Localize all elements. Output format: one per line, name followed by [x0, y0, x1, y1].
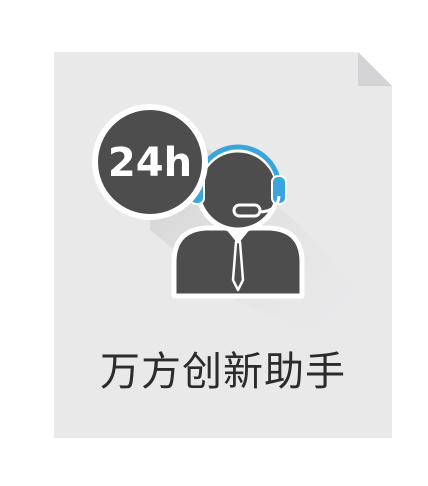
badge-text: 24h: [108, 140, 192, 186]
agent-head: [195, 147, 281, 233]
necktie-icon: [231, 240, 245, 292]
clock-badge-24h: 24h: [92, 104, 208, 220]
folded-corner: [358, 52, 392, 86]
app-icon: 24h: [54, 52, 392, 438]
app-name-caption: 万方创新助手: [100, 349, 346, 395]
